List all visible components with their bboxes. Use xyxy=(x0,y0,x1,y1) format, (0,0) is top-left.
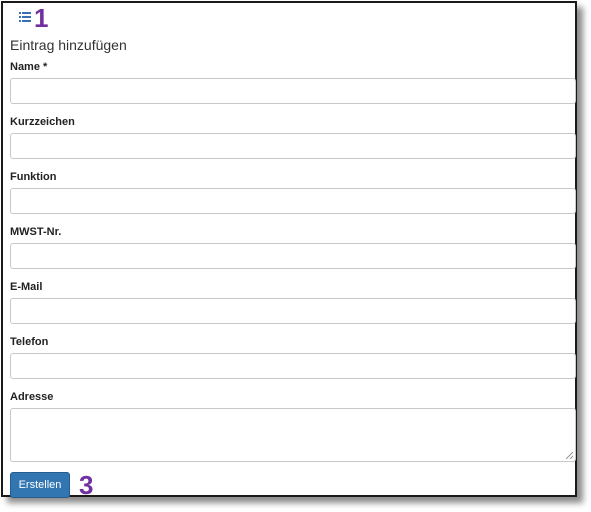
required-marker: * xyxy=(43,61,48,73)
erstellen-button[interactable]: Erstellen xyxy=(10,472,70,498)
resize-grip-icon[interactable] xyxy=(566,452,573,459)
telefon-input[interactable] xyxy=(10,353,576,379)
form-panel: 1 Eintrag hinzufügen Name * Kurzzeichen … xyxy=(1,1,577,500)
kurzzeichen-label: Kurzzeichen xyxy=(10,116,75,128)
email-input[interactable] xyxy=(10,298,576,324)
mwst-nr-label: MWST-Nr. xyxy=(10,226,62,238)
adresse-label: Adresse xyxy=(10,391,54,403)
page-title: Eintrag hinzufügen xyxy=(10,37,127,53)
funktion-input[interactable] xyxy=(10,188,576,214)
kurzzeichen-input[interactable] xyxy=(10,133,576,159)
mwst-nr-input[interactable] xyxy=(10,243,576,269)
name-label: Name * xyxy=(10,61,48,73)
email-label: E-Mail xyxy=(10,281,43,293)
name-input[interactable] xyxy=(10,78,576,104)
annotation-marker-1: 1 xyxy=(34,3,49,33)
annotation-marker-3: 3 xyxy=(79,470,94,500)
list-icon xyxy=(19,12,31,22)
funktion-label: Funktion xyxy=(10,171,57,183)
telefon-label: Telefon xyxy=(10,336,49,348)
adresse-textarea[interactable] xyxy=(10,408,576,462)
